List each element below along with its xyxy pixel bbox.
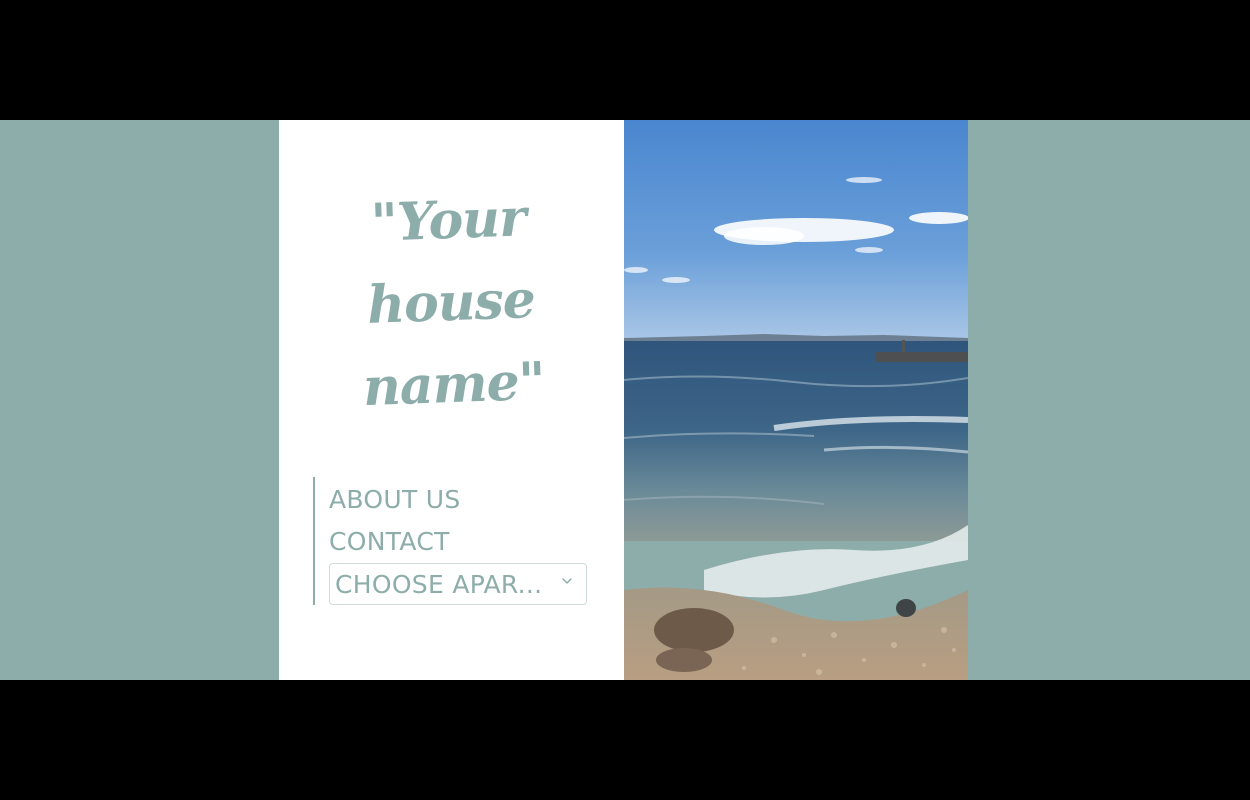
- intro-card: "Your house name" ABOUT US CONTACT CHOOS…: [279, 120, 624, 680]
- page-viewport: "Your house name" ABOUT US CONTACT CHOOS…: [0, 120, 1250, 680]
- chevron-down-icon: [562, 578, 572, 584]
- nav-link-contact[interactable]: CONTACT: [329, 521, 587, 563]
- nav-link-about-us[interactable]: ABOUT US: [329, 479, 587, 521]
- beach-photo: [624, 120, 968, 680]
- apartment-select-value: CHOOSE APAR...: [335, 569, 543, 599]
- page-title: "Your house name": [361, 187, 546, 419]
- apartment-select[interactable]: CHOOSE APAR...: [329, 563, 587, 605]
- beach-photo-illustration: [624, 120, 968, 680]
- main-nav: ABOUT US CONTACT CHOOSE APAR...: [313, 477, 587, 605]
